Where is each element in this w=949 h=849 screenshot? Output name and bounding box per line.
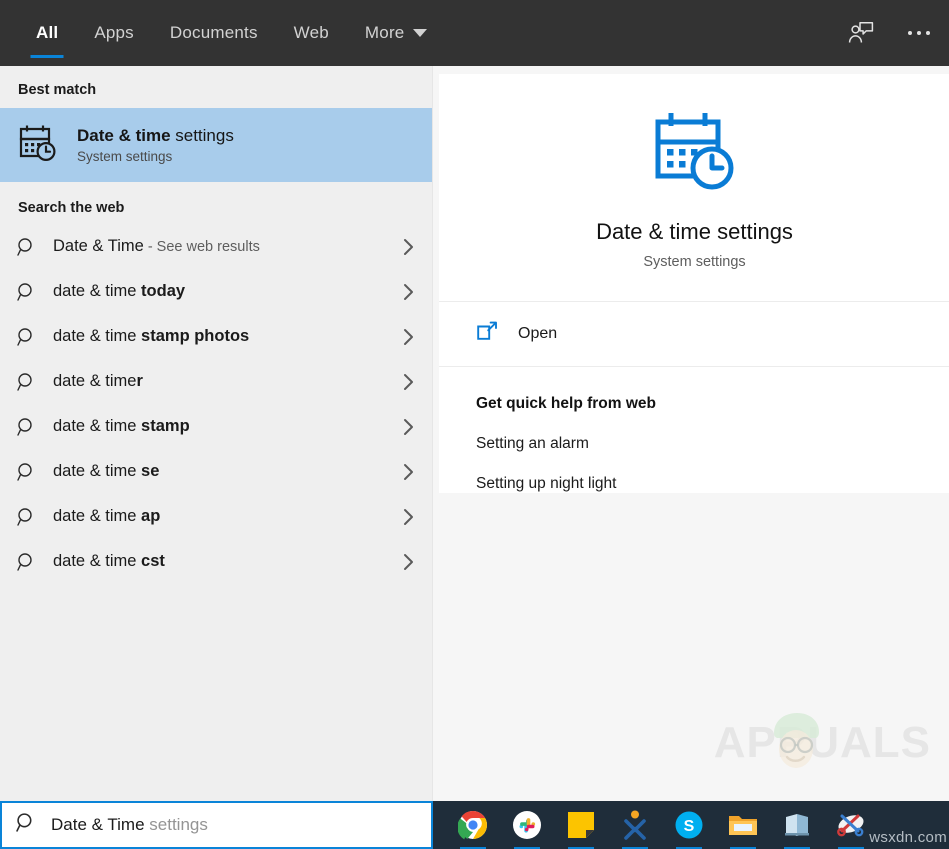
ellipsis-dots	[908, 31, 930, 35]
search-icon	[17, 237, 53, 257]
list-item[interactable]: Date & Time - See web results	[0, 224, 432, 269]
quick-help-section: Get quick help from web Setting an alarm…	[439, 367, 949, 493]
chevron-right-icon	[402, 237, 416, 257]
taskbar: Date & Time settings S wsxdn.com	[0, 801, 949, 849]
list-item[interactable]: date & time today	[0, 269, 432, 314]
preview-card: Date & time settings System settings Ope…	[439, 74, 949, 493]
tab-apps[interactable]: Apps	[76, 0, 152, 66]
feedback-person-icon[interactable]	[841, 13, 881, 53]
best-match-result[interactable]: Date & time settings System settings	[0, 108, 432, 182]
chevron-down-icon	[413, 29, 428, 37]
topbar-actions	[841, 0, 949, 66]
open-button[interactable]: Open	[439, 302, 949, 367]
best-match-title-rest: settings	[170, 126, 234, 145]
chevron-right-icon	[402, 417, 416, 437]
chevron-right-icon	[402, 552, 416, 572]
best-match-title-bold: Date & time	[77, 126, 171, 145]
preview-pane: Date & time settings System settings Ope…	[433, 66, 949, 801]
chrome-icon[interactable]	[457, 809, 489, 841]
list-item-label: date & time ap	[53, 507, 161, 525]
search-icon	[17, 417, 53, 437]
xodo-icon[interactable]	[619, 809, 651, 841]
taskbar-icons: S wsxdn.com	[433, 801, 949, 849]
calendar-clock-icon	[650, 106, 740, 201]
tab-documents[interactable]: Documents	[152, 0, 276, 66]
list-item-label: Date & Time - See web results	[53, 237, 260, 255]
chevron-right-icon	[402, 507, 416, 527]
skype-icon[interactable]: S	[673, 809, 705, 841]
tab-all-label: All	[36, 23, 59, 42]
search-icon	[17, 282, 53, 302]
search-icon	[17, 372, 53, 392]
filter-tabs: All Apps Documents Web More	[0, 0, 445, 66]
tab-more[interactable]: More	[347, 0, 446, 66]
best-match-title: Date & time settings	[77, 126, 234, 146]
search-results-area: Best match Date & time settings System s…	[0, 66, 949, 801]
tab-all[interactable]: All	[18, 0, 76, 66]
open-button-label: Open	[518, 325, 558, 342]
chevron-right-icon	[402, 462, 416, 482]
list-item-label: date & time today	[53, 282, 186, 300]
calendar-app-icon[interactable]	[781, 809, 813, 841]
tab-web[interactable]: Web	[276, 0, 347, 66]
tab-documents-label: Documents	[169, 23, 258, 42]
sticky-notes-icon[interactable]	[565, 809, 597, 841]
list-item[interactable]: date & time cst	[0, 539, 432, 584]
tab-more-label: More	[364, 23, 405, 42]
list-item-label: date & time stamp	[53, 417, 190, 435]
list-item-label: date & time cst	[53, 552, 165, 570]
windows-search-overlay: All Apps Documents Web More Best match D…	[0, 0, 949, 849]
snipping-tool-icon[interactable]	[835, 809, 867, 841]
list-item[interactable]: date & time ap	[0, 494, 432, 539]
tab-web-label: Web	[293, 23, 329, 42]
tab-apps-label: Apps	[94, 23, 134, 42]
search-filter-bar: All Apps Documents Web More	[0, 0, 949, 66]
list-item-label: date & time stamp photos	[53, 327, 250, 345]
search-icon	[16, 812, 37, 838]
search-input[interactable]: Date & Time settings	[0, 801, 433, 849]
search-autocomplete-text: settings	[144, 815, 208, 834]
chevron-right-icon	[402, 327, 416, 347]
list-item[interactable]: date & time stamp photos	[0, 314, 432, 359]
wsxdn-watermark: wsxdn.com	[869, 829, 947, 846]
file-explorer-icon[interactable]	[727, 809, 759, 841]
appuals-watermark: APPUALS	[713, 713, 931, 768]
web-suggestion-list: Date & Time - See web results date & tim…	[0, 224, 432, 584]
search-icon	[17, 327, 53, 347]
best-match-heading: Best match	[18, 82, 97, 98]
search-typed-text: Date & Time	[51, 815, 145, 834]
best-match-texts: Date & time settings System settings	[77, 126, 234, 164]
search-icon	[17, 507, 53, 527]
calendar-clock-icon	[17, 122, 59, 169]
watermark-text: APPUALS	[713, 718, 931, 767]
help-link-setting-an-alarm[interactable]: Setting an alarm	[476, 435, 949, 453]
list-item-label: date & time se	[53, 462, 160, 480]
quick-help-heading: Get quick help from web	[476, 395, 656, 412]
results-list-pane: Best match Date & time settings System s…	[0, 66, 433, 801]
list-item[interactable]: date & time se	[0, 449, 432, 494]
mascot-face-icon	[766, 709, 828, 780]
list-item[interactable]: date & timer	[0, 359, 432, 404]
chevron-right-icon	[402, 282, 416, 302]
page-title: Date & time settings	[596, 218, 793, 244]
preview-hero: Date & time settings System settings	[439, 74, 949, 302]
list-item-label: date & timer	[53, 372, 143, 390]
slack-icon[interactable]	[511, 809, 543, 841]
search-icon	[17, 462, 53, 482]
help-link-setting-up-night-light[interactable]: Setting up night light	[476, 475, 949, 493]
page-subtitle: System settings	[643, 253, 746, 270]
open-external-icon	[476, 321, 498, 348]
search-icon	[17, 552, 53, 572]
best-match-subtitle: System settings	[77, 149, 173, 164]
svg-text:S: S	[684, 818, 695, 835]
chevron-right-icon	[402, 372, 416, 392]
ellipsis-icon[interactable]	[899, 13, 939, 53]
search-input-value: Date & Time settings	[51, 815, 208, 835]
list-item[interactable]: date & time stamp	[0, 404, 432, 449]
search-the-web-heading: Search the web	[18, 200, 125, 216]
